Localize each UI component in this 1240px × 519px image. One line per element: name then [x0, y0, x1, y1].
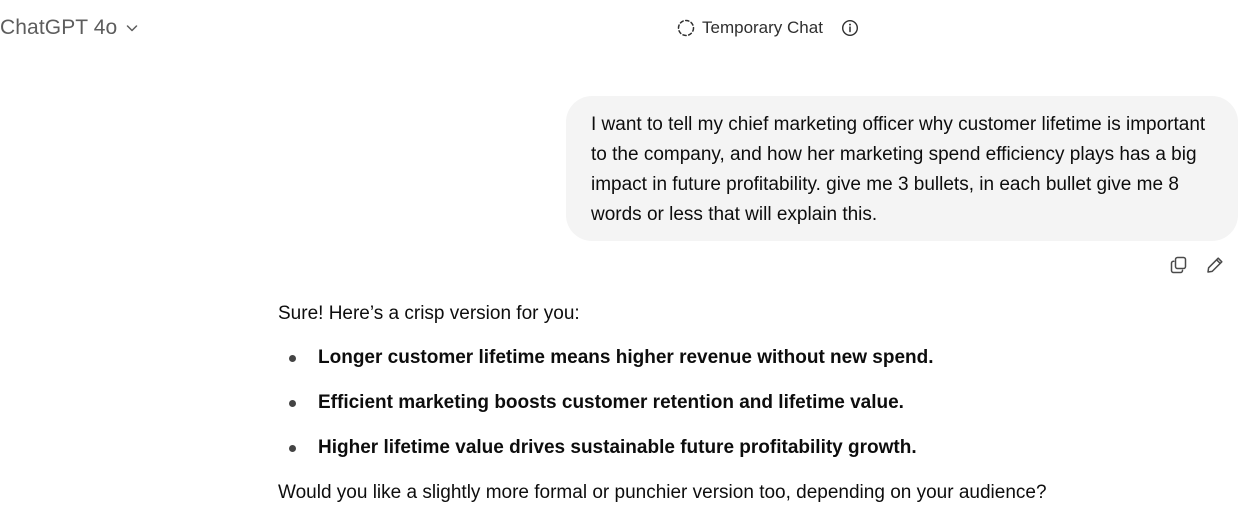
chevron-down-icon [125, 21, 139, 35]
assistant-bullet-list: Longer customer lifetime means higher re… [278, 344, 1178, 462]
info-icon[interactable] [841, 19, 859, 37]
assistant-closing: Would you like a slightly more formal or… [278, 482, 1047, 503]
copy-icon[interactable] [1168, 254, 1190, 276]
bullet-text: Efficient marketing boosts customer rete… [318, 392, 904, 413]
chat-page: ChatGPT 4o Temporary Chat I want to tell… [0, 0, 1240, 519]
temporary-chat-indicator: Temporary Chat [676, 14, 859, 42]
user-message-actions [1168, 254, 1226, 276]
model-name: ChatGPT 4o [0, 16, 118, 39]
pencil-icon[interactable] [1204, 254, 1226, 276]
model-selector[interactable]: ChatGPT 4o [0, 12, 139, 44]
bullet-dot [289, 400, 296, 407]
assistant-intro: Sure! Here’s a crisp version for you: [278, 303, 580, 324]
bullet-text: Higher lifetime value drives sustainable… [318, 437, 917, 458]
list-item: Efficient marketing boosts customer rete… [278, 389, 1178, 417]
user-message-bubble: I want to tell my chief marketing office… [566, 96, 1238, 241]
list-item: Longer customer lifetime means higher re… [278, 344, 1178, 372]
bullet-text: Longer customer lifetime means higher re… [318, 347, 934, 368]
temporary-chat-label: Temporary Chat [702, 18, 823, 37]
dashed-circle-icon [676, 18, 696, 38]
bullet-dot [289, 445, 296, 452]
assistant-message: Sure! Here’s a crisp version for you: Lo… [278, 300, 1178, 507]
list-item: Higher lifetime value drives sustainable… [278, 434, 1178, 462]
user-message-text: I want to tell my chief marketing office… [591, 114, 1206, 225]
bullet-dot [289, 355, 296, 362]
